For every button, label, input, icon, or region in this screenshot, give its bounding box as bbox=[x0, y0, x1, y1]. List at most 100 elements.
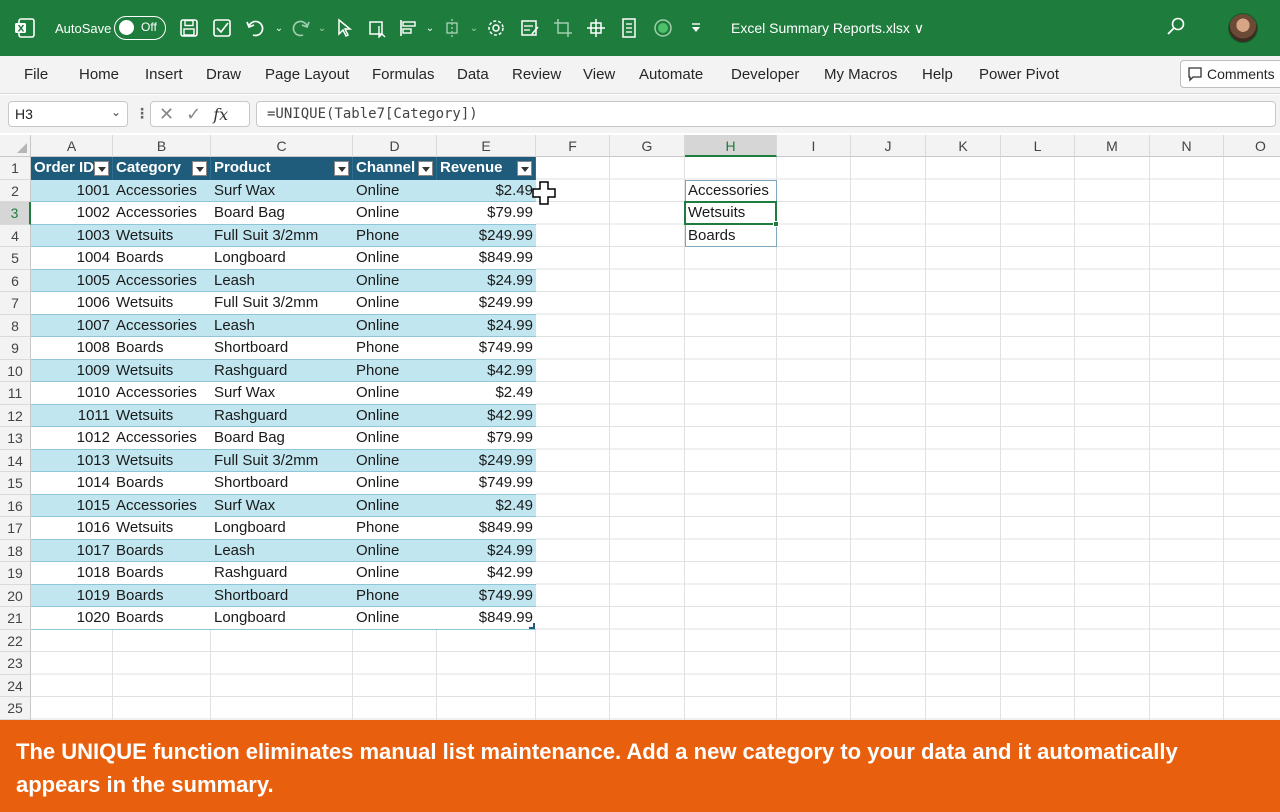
table-cell-category[interactable]: Boards bbox=[113, 337, 211, 360]
user-avatar[interactable] bbox=[1228, 13, 1258, 43]
align-dropdown-icon[interactable]: ⌄ bbox=[418, 16, 442, 40]
row-header-12[interactable]: 12 bbox=[0, 404, 31, 427]
table-cell-category[interactable]: Wetsuits bbox=[113, 292, 211, 315]
table-cell-channel[interactable]: Phone bbox=[353, 337, 437, 360]
table-cell-product[interactable]: Full Suit 3/2mm bbox=[211, 292, 353, 315]
tab-review[interactable]: Review bbox=[512, 66, 561, 83]
row-header-3[interactable]: 3 bbox=[0, 202, 31, 225]
align-icon[interactable] bbox=[396, 16, 420, 40]
table-cell-category[interactable]: Boards bbox=[113, 472, 211, 495]
column-header-d[interactable]: D bbox=[353, 135, 437, 157]
table-cell-category[interactable]: Accessories bbox=[113, 427, 211, 450]
tab-formulas[interactable]: Formulas bbox=[372, 66, 435, 83]
table-cell-channel[interactable]: Online bbox=[353, 315, 437, 338]
row-header-15[interactable]: 15 bbox=[0, 472, 31, 495]
table-cell-channel[interactable]: Online bbox=[353, 382, 437, 405]
table-cell-revenue[interactable]: $2.49 bbox=[437, 495, 536, 518]
row-header-23[interactable]: 23 bbox=[0, 652, 31, 675]
table-cell-revenue[interactable]: $24.99 bbox=[437, 270, 536, 293]
table-cell-order-id[interactable]: 1001 bbox=[31, 180, 113, 203]
table-cell-channel[interactable]: Online bbox=[353, 427, 437, 450]
table-cell-revenue[interactable]: $849.99 bbox=[437, 247, 536, 270]
table-cell-category[interactable]: Wetsuits bbox=[113, 405, 211, 428]
table-cell-category[interactable]: Accessories bbox=[113, 495, 211, 518]
table-cell-channel[interactable]: Online bbox=[353, 180, 437, 203]
undo-icon[interactable] bbox=[244, 16, 268, 40]
insert-function-icon[interactable]: fx bbox=[213, 105, 228, 124]
table-cell-order-id[interactable]: 1012 bbox=[31, 427, 113, 450]
table-cell-order-id[interactable]: 1017 bbox=[31, 540, 113, 563]
name-box[interactable]: H3 ⌄ bbox=[8, 101, 128, 127]
filter-dropdown-icon[interactable] bbox=[334, 161, 349, 176]
table-cell-product[interactable]: Full Suit 3/2mm bbox=[211, 450, 353, 473]
table-cell-product[interactable]: Longboard bbox=[211, 247, 353, 270]
column-header-g[interactable]: G bbox=[610, 135, 685, 157]
row-header-6[interactable]: 6 bbox=[0, 269, 31, 292]
tab-developer[interactable]: Developer bbox=[731, 66, 799, 83]
table-cell-product[interactable]: Full Suit 3/2mm bbox=[211, 225, 353, 248]
table-cell-revenue[interactable]: $79.99 bbox=[437, 202, 536, 225]
table-cell-revenue[interactable]: $42.99 bbox=[437, 562, 536, 585]
column-header-h[interactable]: H bbox=[685, 135, 777, 157]
table-cell-revenue[interactable]: $849.99 bbox=[437, 607, 536, 630]
table-header-product[interactable]: Product bbox=[211, 157, 353, 180]
table-cell-channel[interactable]: Online bbox=[353, 472, 437, 495]
table-cell-revenue[interactable]: $2.49 bbox=[437, 180, 536, 203]
table-cell-order-id[interactable]: 1011 bbox=[31, 405, 113, 428]
column-header-a[interactable]: A bbox=[31, 135, 113, 157]
form-edit-icon[interactable] bbox=[518, 16, 542, 40]
row-header-5[interactable]: 5 bbox=[0, 247, 31, 270]
row-header-11[interactable]: 11 bbox=[0, 382, 31, 405]
table-cell-channel[interactable]: Online bbox=[353, 405, 437, 428]
table-cell-order-id[interactable]: 1015 bbox=[31, 495, 113, 518]
tab-data[interactable]: Data bbox=[457, 66, 489, 83]
table-cell-product[interactable]: Surf Wax bbox=[211, 180, 353, 203]
unique-result-cell[interactable]: Boards bbox=[685, 225, 777, 248]
comments-button[interactable]: Comments bbox=[1180, 60, 1280, 88]
table-cell-revenue[interactable]: $79.99 bbox=[437, 427, 536, 450]
table-cell-revenue[interactable]: $24.99 bbox=[437, 315, 536, 338]
table-cell-product[interactable]: Leash bbox=[211, 315, 353, 338]
tab-help[interactable]: Help bbox=[922, 66, 953, 83]
table-cell-channel[interactable]: Online bbox=[353, 540, 437, 563]
fill-handle[interactable] bbox=[773, 220, 779, 227]
table-cell-revenue[interactable]: $749.99 bbox=[437, 337, 536, 360]
tab-file[interactable]: File bbox=[24, 66, 48, 83]
row-header-8[interactable]: 8 bbox=[0, 314, 31, 337]
table-cell-order-id[interactable]: 1019 bbox=[31, 585, 113, 608]
table-cell-product[interactable]: Rashguard bbox=[211, 405, 353, 428]
row-header-16[interactable]: 16 bbox=[0, 494, 31, 517]
table-cell-category[interactable]: Boards bbox=[113, 247, 211, 270]
table-cell-revenue[interactable]: $749.99 bbox=[437, 585, 536, 608]
form-check-icon[interactable] bbox=[210, 16, 234, 40]
save-icon[interactable] bbox=[177, 16, 201, 40]
table-cell-category[interactable]: Wetsuits bbox=[113, 360, 211, 383]
redo-dropdown-icon[interactable]: ⌄ bbox=[310, 16, 334, 40]
tab-my-macros[interactable]: My Macros bbox=[824, 66, 897, 83]
table-cell-order-id[interactable]: 1013 bbox=[31, 450, 113, 473]
row-header-9[interactable]: 9 bbox=[0, 337, 31, 360]
table-cell-order-id[interactable]: 1006 bbox=[31, 292, 113, 315]
name-box-dropdown-icon[interactable]: ⌄ bbox=[111, 105, 121, 119]
column-header-e[interactable]: E bbox=[437, 135, 536, 157]
unique-result-cell[interactable]: Wetsuits bbox=[685, 202, 777, 225]
filter-dropdown-icon[interactable] bbox=[94, 161, 109, 176]
table-cell-category[interactable]: Boards bbox=[113, 540, 211, 563]
table-header-category[interactable]: Category bbox=[113, 157, 211, 180]
table-cell-product[interactable]: Shortboard bbox=[211, 472, 353, 495]
table-cell-product[interactable]: Board Bag bbox=[211, 427, 353, 450]
table-cell-revenue[interactable]: $249.99 bbox=[437, 225, 536, 248]
tab-page-layout[interactable]: Page Layout bbox=[265, 66, 349, 83]
table-cell-order-id[interactable]: 1008 bbox=[31, 337, 113, 360]
table-cell-product[interactable]: Leash bbox=[211, 540, 353, 563]
table-cell-product[interactable]: Shortboard bbox=[211, 337, 353, 360]
unique-result-cell[interactable]: Accessories bbox=[685, 180, 777, 203]
table-cell-revenue[interactable]: $249.99 bbox=[437, 292, 536, 315]
table-cell-channel[interactable]: Online bbox=[353, 562, 437, 585]
record-circle-icon[interactable] bbox=[651, 16, 675, 40]
table-cell-channel[interactable]: Phone bbox=[353, 360, 437, 383]
column-header-b[interactable]: B bbox=[113, 135, 211, 157]
row-header-25[interactable]: 25 bbox=[0, 697, 31, 720]
formula-input[interactable]: =UNIQUE(Table7[Category]) bbox=[256, 101, 1276, 127]
worksheet-grid[interactable]: ABCDEFGHIJKLMNO 1 2 3 4 5 6 7 8 9 10 11 12 13 14 15 16 1… bbox=[0, 135, 1280, 720]
